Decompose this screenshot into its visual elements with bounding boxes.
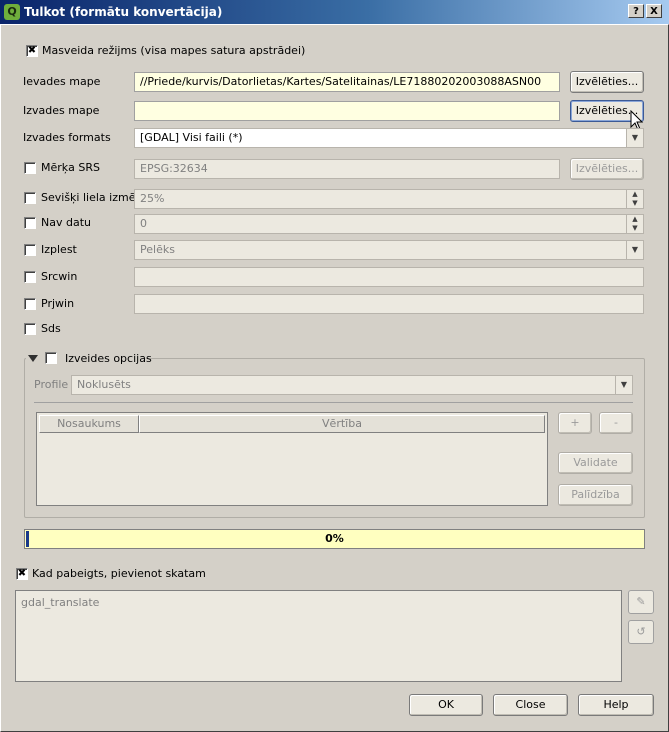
chevron-down-icon: ▼ xyxy=(615,376,632,394)
divider xyxy=(34,402,633,403)
srcwin-checkbox[interactable] xyxy=(24,271,36,283)
batch-mode-checkbox[interactable]: ✖ xyxy=(26,45,38,57)
help-button[interactable]: Help xyxy=(578,694,654,716)
command-text: gdal_translate xyxy=(21,596,100,609)
add-option-button[interactable]: + xyxy=(558,412,592,434)
close-button[interactable]: Close xyxy=(493,694,568,716)
expand-checkbox[interactable] xyxy=(24,244,36,256)
options-help-button[interactable]: Palīdzība xyxy=(558,484,633,506)
expand-combo[interactable]: Pelēks ▼ xyxy=(134,240,644,260)
nodata-value: 0 xyxy=(140,217,147,230)
expand-value: Pelēks xyxy=(140,243,175,256)
prjwin-field[interactable] xyxy=(134,294,644,314)
output-folder-label: Izvades mape xyxy=(23,104,100,117)
chevron-down-icon: ▼ xyxy=(626,241,643,259)
batch-mode-label: Masveida režijms (visa mapes satura apst… xyxy=(42,44,306,57)
input-folder-browse-button[interactable]: Izvēlēties... xyxy=(570,71,644,93)
target-srs-field[interactable]: EPSG:32634 xyxy=(134,159,560,179)
output-format-label: Izvades formats xyxy=(23,131,111,144)
input-folder-label: Ievades mape xyxy=(23,75,101,88)
ok-button[interactable]: OK xyxy=(409,694,483,716)
reset-command-button[interactable]: ↺ xyxy=(628,620,654,644)
window-title: Tulkot (formātu konvertācija) xyxy=(24,5,223,19)
sds-label: Sds xyxy=(41,322,61,335)
srcwin-label: Srcwin xyxy=(41,270,78,283)
expand-label: Izplest xyxy=(41,243,77,256)
pencil-icon: ✎ xyxy=(636,595,646,608)
outsize-label: Sevišķi liela izmēr xyxy=(41,191,140,204)
nodata-spinbox[interactable]: 0 ▲ ▼ xyxy=(134,214,644,234)
input-folder-field[interactable]: //Priede/kurvis/Datorlietas/Kartes/Satel… xyxy=(134,72,560,92)
sds-checkbox[interactable] xyxy=(24,323,36,335)
outsize-spinbox[interactable]: 25% ▲ ▼ xyxy=(134,189,644,209)
progress-fill xyxy=(26,531,29,547)
target-srs-label: Mērķa SRS xyxy=(41,161,100,174)
remove-option-button[interactable]: - xyxy=(599,412,633,434)
target-srs-checkbox[interactable] xyxy=(24,162,36,174)
options-table[interactable]: Nosaukums Vērtība xyxy=(36,412,548,506)
close-title-button[interactable]: X xyxy=(646,4,662,18)
edit-command-button[interactable]: ✎ xyxy=(628,590,654,614)
app-icon: Q xyxy=(4,4,20,20)
column-header-name[interactable]: Nosaukums xyxy=(39,415,139,433)
creation-options-checkbox[interactable] xyxy=(45,352,57,364)
progress-bar: 0% xyxy=(24,529,645,549)
output-format-combo[interactable]: [GDAL] Visi faili (*) ▼ xyxy=(134,128,644,148)
help-title-button[interactable]: ? xyxy=(628,4,644,18)
profile-label: Profile xyxy=(34,378,69,391)
profile-combo[interactable]: Noklusēts ▼ xyxy=(71,375,633,395)
spin-arrows-icon[interactable]: ▲ ▼ xyxy=(626,215,643,233)
output-format-value: [GDAL] Visi faili (*) xyxy=(140,131,243,144)
outsize-checkbox[interactable] xyxy=(24,192,36,204)
spin-arrows-icon[interactable]: ▲ ▼ xyxy=(626,190,643,208)
srcwin-field[interactable] xyxy=(134,267,644,287)
nodata-label: Nav datu xyxy=(41,216,91,229)
chevron-down-icon: ▼ xyxy=(626,129,643,147)
prjwin-checkbox[interactable] xyxy=(24,298,36,310)
profile-value: Noklusēts xyxy=(77,378,131,391)
progress-text: 0% xyxy=(325,532,344,545)
nodata-checkbox[interactable] xyxy=(24,217,36,229)
validate-button[interactable]: Validate xyxy=(558,452,633,474)
creation-options-label: Izveides opcijas xyxy=(65,352,152,365)
target-srs-browse-button[interactable]: Izvēlēties... xyxy=(570,158,644,180)
command-text-area[interactable]: gdal_translate xyxy=(15,590,622,682)
outsize-value: 25% xyxy=(140,192,165,205)
reset-icon: ↺ xyxy=(636,625,646,638)
prjwin-label: Prjwin xyxy=(41,297,75,310)
load-into-canvas-checkbox[interactable]: ✖ xyxy=(16,568,28,580)
collapse-triangle-icon[interactable] xyxy=(28,355,38,363)
column-header-value[interactable]: Vērtība xyxy=(139,415,545,433)
title-bar: Q Tulkot (formātu konvertācija) ? X xyxy=(0,0,669,24)
output-folder-field[interactable] xyxy=(134,101,560,121)
load-into-canvas-label: Kad pabeigts, pievienot skatam xyxy=(32,567,206,580)
